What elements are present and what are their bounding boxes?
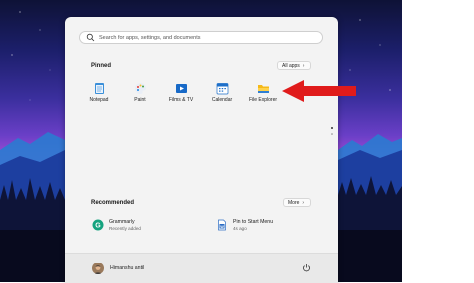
grammarly-icon: G: [92, 219, 104, 231]
app-label: Films & TV: [168, 97, 194, 103]
all-apps-label: All apps: [282, 62, 300, 69]
folder-icon: [257, 85, 269, 93]
chevron-right-icon: ›: [302, 62, 305, 69]
search-icon: [86, 33, 95, 42]
pinned-app-films-tv[interactable]: Films & TV: [163, 82, 199, 103]
app-label: Notepad: [89, 97, 109, 103]
recommended-item-subtitle: Recently added: [109, 226, 141, 231]
more-button[interactable]: More ›: [283, 198, 311, 207]
recommended-item-name: Grammarly: [109, 219, 135, 225]
pinned-app-notepad[interactable]: Notepad: [81, 82, 117, 103]
recommended-item-subtitle: 4s ago: [233, 226, 247, 231]
user-name[interactable]: Himanshu antil: [110, 265, 144, 271]
app-label: File Explorer: [248, 97, 278, 103]
chevron-right-icon: ›: [302, 199, 305, 206]
recommended-item-grammarly[interactable]: G Grammarly Recently added: [92, 219, 141, 231]
start-footer: Himanshu antil: [65, 253, 338, 283]
blank-area: [402, 0, 474, 282]
paint-icon: [134, 83, 146, 94]
recommended-item-pin-to-start[interactable]: W Pin to Start Menu 4s ago: [216, 219, 273, 231]
document-icon: W: [218, 219, 226, 231]
all-apps-button[interactable]: All apps ›: [277, 61, 311, 70]
start-menu: Pinned All apps › Notepad Paint Films & …: [65, 17, 338, 283]
svg-text:G: G: [95, 222, 101, 229]
pinned-app-file-explorer[interactable]: File Explorer: [245, 82, 281, 103]
red-arrow-icon: [282, 80, 356, 102]
films-tv-icon: [175, 84, 187, 93]
search-box[interactable]: [79, 31, 323, 44]
power-icon[interactable]: [302, 263, 311, 272]
page-indicator[interactable]: [330, 125, 334, 139]
notepad-icon: [94, 83, 104, 94]
search-input[interactable]: [99, 34, 299, 41]
pinned-title: Pinned: [91, 63, 112, 69]
calendar-icon: [216, 83, 228, 95]
app-label: Paint: [134, 97, 146, 103]
avatar[interactable]: [92, 262, 104, 274]
app-label: Calendar: [211, 97, 233, 103]
more-label: More: [288, 199, 300, 206]
recommended-item-name: Pin to Start Menu: [233, 219, 274, 225]
svg-text:W: W: [220, 225, 224, 229]
recommended-title: Recommended: [91, 200, 135, 206]
pinned-app-calendar[interactable]: Calendar: [204, 82, 240, 103]
pinned-app-paint[interactable]: Paint: [122, 82, 158, 103]
